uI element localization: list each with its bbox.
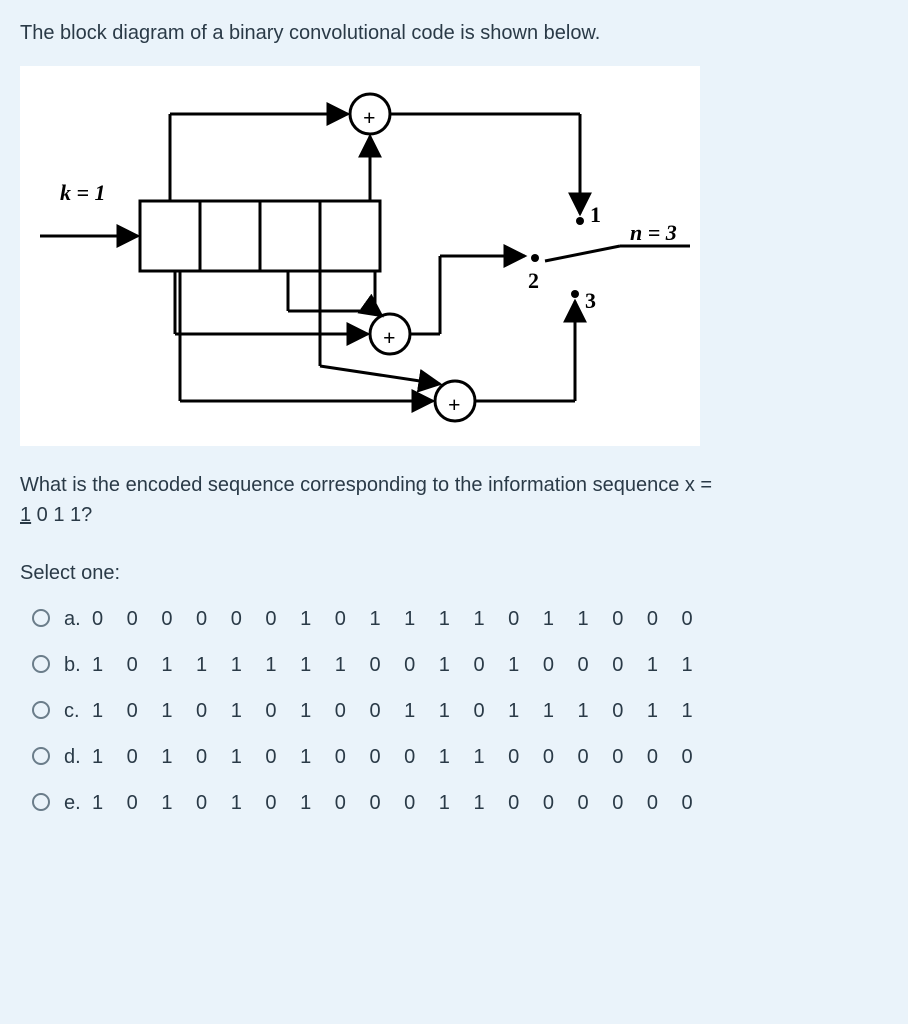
option-letter: e. [64,788,92,818]
k-label: k = 1 [60,176,106,209]
radio-icon[interactable] [32,655,50,673]
diagram-svg [20,66,700,446]
adder-bot-icon: + [448,388,461,421]
switch-pos-2: 2 [528,264,539,297]
option-sequence: 1 0 1 1 1 1 1 1 0 0 1 0 1 0 0 0 1 1 [92,650,693,680]
adder-mid-icon: + [383,321,396,354]
option-sequence: 1 0 1 0 1 0 1 0 0 0 1 1 0 0 0 0 0 0 [92,788,693,818]
option-b[interactable]: b. 1 0 1 1 1 1 1 1 0 0 1 0 1 0 0 0 1 1 [32,650,888,680]
select-one-label: Select one: [20,558,888,588]
switch-pos-3: 3 [585,284,596,317]
radio-icon[interactable] [32,747,50,765]
option-e[interactable]: e. 1 0 1 0 1 0 1 0 0 0 1 1 0 0 0 0 0 0 [32,788,888,818]
option-sequence: 1 0 1 0 1 0 1 0 0 0 1 1 0 0 0 0 0 0 [92,742,693,772]
block-diagram: k = 1 n = 3 1 2 3 + + + [20,66,700,446]
option-a[interactable]: a. 0 0 0 0 0 0 1 0 1 1 1 1 0 1 1 0 0 0 [32,604,888,634]
radio-icon[interactable] [32,793,50,811]
question-text: What is the encoded sequence correspondi… [20,470,888,530]
option-sequence: 1 0 1 0 1 0 1 0 0 1 1 0 1 1 1 0 1 1 [92,696,693,726]
switch-pos-1: 1 [590,198,601,231]
prompt-text: The block diagram of a binary convolutio… [20,18,888,48]
option-letter: b. [64,650,92,680]
option-c[interactable]: c. 1 0 1 0 1 0 1 0 0 1 1 0 1 1 1 0 1 1 [32,696,888,726]
n-label: n = 3 [630,216,677,249]
radio-icon[interactable] [32,609,50,627]
radio-icon[interactable] [32,701,50,719]
option-letter: d. [64,742,92,772]
option-letter: a. [64,604,92,634]
adder-top-icon: + [363,101,376,134]
option-letter: c. [64,696,92,726]
option-sequence: 0 0 0 0 0 0 1 0 1 1 1 1 0 1 1 0 0 0 [92,604,693,634]
option-d[interactable]: d. 1 0 1 0 1 0 1 0 0 0 1 1 0 0 0 0 0 0 [32,742,888,772]
info-seq-first-bit: 1 [20,504,31,526]
